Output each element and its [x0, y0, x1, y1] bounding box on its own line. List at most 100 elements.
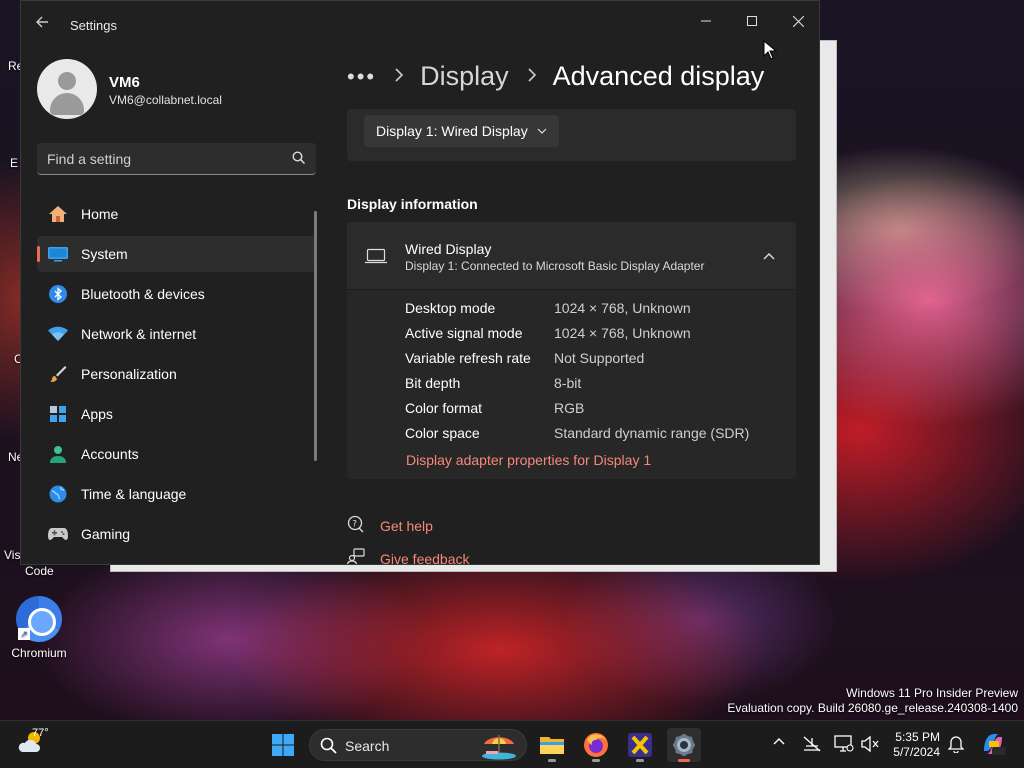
- info-row: Bit depth 8-bit: [405, 375, 749, 400]
- sidebar-item-label: Time & language: [81, 486, 187, 502]
- minimize-button[interactable]: [683, 7, 729, 35]
- sidebar-item-network[interactable]: Network & internet: [37, 316, 316, 352]
- vscode-desktop-label[interactable]: Code: [25, 564, 54, 578]
- sidebar-scrollbar[interactable]: [314, 211, 317, 461]
- sidebar-nav: Home System Bluetooth & devices Network …: [37, 196, 316, 556]
- watermark-line-2: Evaluation copy. Build 26080.ge_release.…: [727, 701, 1018, 715]
- taskbar-settings[interactable]: [667, 728, 701, 762]
- get-help-link[interactable]: ? Get help: [347, 515, 433, 536]
- display-tray-icon[interactable]: [834, 735, 854, 758]
- globe-icon: [47, 484, 69, 504]
- taskbar-firefox[interactable]: [579, 728, 613, 762]
- info-row: Color format RGB: [405, 400, 749, 425]
- volume-muted-icon[interactable]: [860, 735, 880, 758]
- settings-window: Settings VM6 VM6@collabnet.local Home: [20, 0, 820, 565]
- display-info-header[interactable]: Wired Display Display 1: Connected to Mi…: [347, 222, 796, 290]
- taskbar-file-explorer[interactable]: [535, 728, 569, 762]
- system-icon: [47, 244, 69, 264]
- info-row-value: 1024 × 768, Unknown: [554, 325, 691, 341]
- info-row-value: Standard dynamic range (SDR): [554, 425, 750, 441]
- display-select-dropdown[interactable]: Display 1: Wired Display: [364, 115, 559, 147]
- laptop-icon: [365, 248, 387, 269]
- sidebar-item-bluetooth[interactable]: Bluetooth & devices: [37, 276, 316, 312]
- show-hidden-icons-chevron-icon[interactable]: [772, 735, 786, 754]
- search-input[interactable]: [47, 149, 277, 169]
- breadcrumb-display-link[interactable]: Display: [420, 61, 509, 92]
- mouse-cursor-icon: [763, 39, 778, 65]
- info-row: Color space Standard dynamic range (SDR): [405, 425, 749, 450]
- accounts-icon: [47, 444, 69, 464]
- sidebar-item-label: System: [81, 246, 128, 262]
- svg-text:?: ?: [352, 520, 357, 530]
- clock-time: 5:35 PM: [895, 730, 940, 744]
- title-bar[interactable]: Settings: [21, 1, 819, 49]
- start-button[interactable]: [266, 728, 300, 762]
- gear-icon: [673, 734, 695, 756]
- display-adapter-properties-link[interactable]: Display adapter properties for Display 1: [406, 452, 651, 468]
- minimize-icon: [701, 20, 711, 22]
- sidebar-item-label: Apps: [81, 406, 113, 422]
- info-row-key: Variable refresh rate: [405, 350, 531, 366]
- gamepad-icon: [47, 524, 69, 544]
- sidebar-item-label: Accounts: [81, 446, 139, 462]
- chevron-down-icon: [537, 123, 547, 139]
- display-info-card: Wired Display Display 1: Connected to Mi…: [347, 222, 796, 479]
- taskbar-search[interactable]: Search: [309, 729, 527, 761]
- wifi-icon: [47, 324, 69, 344]
- display-select-value: Display 1: Wired Display: [376, 123, 528, 139]
- section-title: Display information: [347, 196, 478, 212]
- info-row-value: RGB: [554, 400, 585, 416]
- sidebar-item-personalization[interactable]: Personalization: [37, 356, 316, 392]
- desktop-icon-label-fragment[interactable]: Vis: [4, 548, 20, 562]
- give-feedback-link[interactable]: Give feedback: [346, 548, 470, 564]
- sidebar-item-time-language[interactable]: Time & language: [37, 476, 316, 512]
- close-button[interactable]: [775, 7, 819, 35]
- avatar[interactable]: [37, 59, 97, 119]
- sidebar-item-accounts[interactable]: Accounts: [37, 436, 316, 472]
- info-row-value: Not Supported: [554, 350, 645, 366]
- bluetooth-icon: [47, 284, 69, 304]
- sidebar-item-gaming[interactable]: Gaming: [37, 516, 316, 552]
- info-row-key: Color format: [405, 400, 483, 416]
- sidebar-item-label: Personalization: [81, 366, 177, 382]
- info-row-key: Active signal mode: [405, 325, 523, 341]
- user-email: VM6@collabnet.local: [109, 93, 222, 107]
- sidebar-item-apps[interactable]: Apps: [37, 396, 316, 432]
- back-arrow-icon[interactable]: [35, 15, 49, 34]
- taskbar: 77° Search 5:35 PM 5/7/2024: [0, 720, 1024, 768]
- chevron-right-icon: [527, 65, 537, 88]
- chromium-icon: ↗: [16, 596, 62, 642]
- sidebar-item-system[interactable]: System: [37, 236, 316, 272]
- firefox-icon: [584, 733, 608, 757]
- chromium-desktop-label: Chromium: [11, 646, 67, 660]
- breadcrumb-overflow-button[interactable]: •••: [347, 64, 376, 90]
- desktop-icon-label-fragment[interactable]: E: [10, 156, 18, 170]
- search-icon[interactable]: [292, 151, 306, 170]
- get-help-label: Get help: [380, 517, 433, 534]
- chromium-desktop-shortcut[interactable]: ↗ Chromium: [4, 596, 74, 660]
- sidebar-item-label: Home: [81, 206, 119, 222]
- sidebar-item-home[interactable]: Home: [37, 196, 316, 232]
- chevron-up-icon[interactable]: [763, 249, 775, 267]
- user-name: VM6: [109, 74, 140, 91]
- taskbar-xming-app[interactable]: [623, 728, 657, 762]
- notification-bell-icon[interactable]: [947, 735, 965, 758]
- sidebar-item-label: Network & internet: [81, 326, 197, 342]
- settings-search-box[interactable]: [37, 143, 316, 175]
- taskbar-clock[interactable]: 5:35 PM 5/7/2024: [888, 730, 940, 760]
- info-row-key: Bit depth: [405, 375, 461, 391]
- close-icon: [792, 15, 804, 27]
- evaluation-watermark: Windows 11 Pro Insider Preview Evaluatio…: [727, 686, 1018, 716]
- watermark-line-1: Windows 11 Pro Insider Preview: [846, 686, 1018, 700]
- display-info-rows: Desktop mode 1024 × 768, Unknown Active …: [405, 300, 749, 450]
- maximize-button[interactable]: [729, 7, 775, 35]
- info-row-key: Desktop mode: [405, 300, 496, 316]
- copilot-icon[interactable]: [980, 731, 1006, 762]
- sidebar-item-label: Gaming: [81, 526, 131, 542]
- network-disconnected-icon[interactable]: [802, 735, 822, 758]
- home-icon: [47, 204, 69, 224]
- brush-icon: [47, 364, 69, 384]
- maximize-icon: [747, 16, 757, 26]
- page-title: Advanced display: [552, 61, 765, 91]
- x-app-icon: [628, 733, 652, 757]
